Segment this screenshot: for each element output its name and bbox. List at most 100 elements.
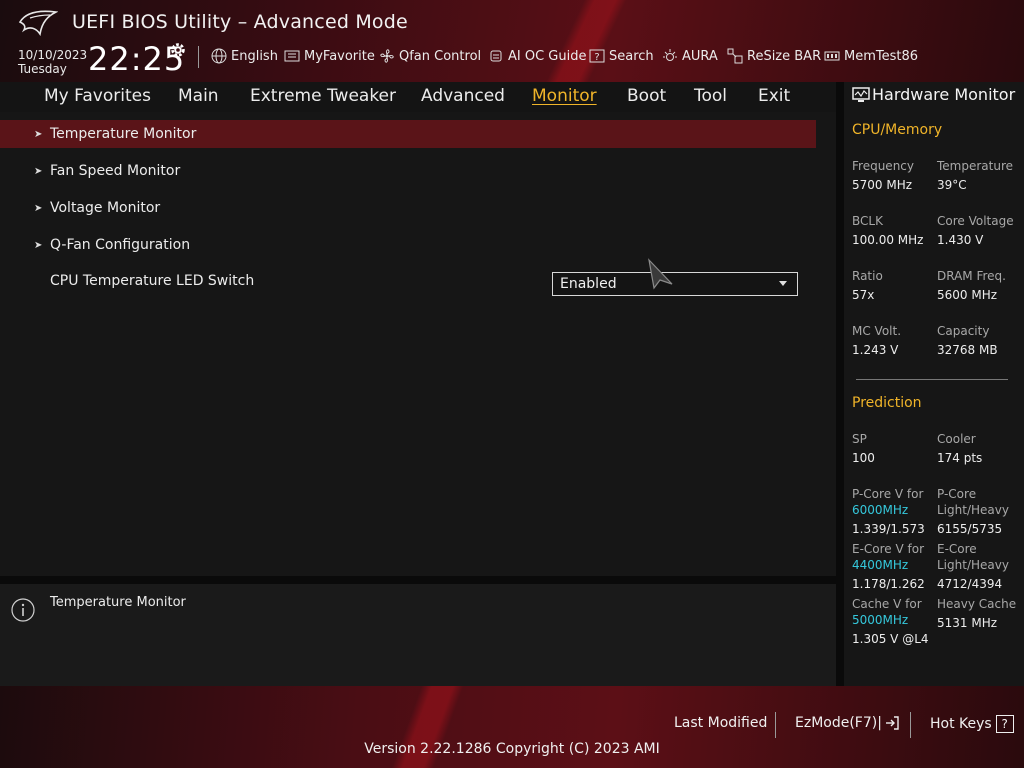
search-help-icon: ? (589, 49, 605, 63)
ratio-label: Ratio (852, 269, 883, 283)
pcore-v-label: P-Core V for (852, 487, 924, 501)
ai-oc-guide-button[interactable]: AI OC Guide (488, 47, 586, 65)
footer-bar: Last Modified EzMode(F7)| Hot Keys ? Ver… (0, 686, 1024, 768)
core-voltage-value: 1.430 V (937, 233, 984, 247)
ecore-v-value: 1.178/1.262 (852, 577, 925, 591)
mc-volt-value: 1.243 V (852, 343, 899, 357)
hot-keys-label: Hot Keys (930, 716, 992, 732)
help-info-panel: Temperature Monitor (0, 584, 836, 686)
ezmode-label: EzMode(F7)| (795, 715, 882, 731)
menu-item-qfan-configuration[interactable]: ➤ Q-Fan Configuration (0, 231, 816, 259)
pcore-v-value: 1.339/1.573 (852, 522, 925, 536)
resize-bar-label: ReSize BAR (747, 48, 822, 64)
tab-exit[interactable]: Exit (758, 86, 790, 106)
bclk-value: 100.00 MHz (852, 233, 924, 247)
heavy-cache-label: Heavy Cache (937, 597, 1017, 611)
tab-tool[interactable]: Tool (694, 86, 727, 106)
main-tab-bar: My Favorites Main Extreme Tweaker Advanc… (0, 82, 836, 113)
select-value: Enabled (560, 276, 617, 292)
bclk-label: BCLK (852, 214, 883, 228)
tab-advanced[interactable]: Advanced (421, 86, 505, 106)
ecore-lh-label: E-Core (937, 542, 977, 556)
ecore-lh-sublabel: Light/Heavy (937, 558, 1009, 572)
cooler-value: 174 pts (937, 451, 983, 465)
capacity-label: Capacity (937, 324, 990, 338)
pcore-lh-sublabel: Light/Heavy (937, 503, 1009, 517)
version-text: Version 2.22.1286 Copyright (C) 2023 AMI (364, 741, 660, 757)
language-label: English (231, 48, 278, 64)
tab-my-favorites[interactable]: My Favorites (44, 86, 151, 106)
search-button[interactable]: ? Search (589, 47, 654, 65)
submenu-arrow-icon: ➤ (34, 202, 43, 214)
cooler-label: Cooler (937, 432, 976, 446)
ai-chip-icon (490, 50, 502, 62)
header-divider (198, 46, 199, 68)
language-button[interactable]: English (211, 47, 278, 65)
ratio-value: 57x (852, 288, 875, 302)
day-text: Tuesday (18, 62, 67, 76)
footer-divider (910, 712, 911, 738)
sp-label: SP (852, 432, 867, 446)
menu-item-temperature-monitor[interactable]: ➤ Temperature Monitor (0, 120, 816, 148)
cache-v-value: 1.305 V @L4 (852, 632, 929, 646)
menu-item-label: Fan Speed Monitor (50, 163, 181, 179)
date-text: 10/10/2023 (18, 48, 88, 62)
hardware-monitor-title: Hardware Monitor (872, 85, 1016, 104)
panel-divider (0, 576, 836, 584)
qfan-label: Qfan Control (399, 48, 482, 64)
heavy-cache-value: 5131 MHz (937, 616, 998, 630)
memory-icon (824, 51, 840, 61)
sp-value: 100 (852, 451, 875, 465)
submenu-arrow-icon: ➤ (34, 128, 43, 140)
cpu-memory-heading: CPU/Memory (852, 122, 943, 138)
rog-logo-icon (18, 10, 58, 37)
tab-main[interactable]: Main (178, 86, 219, 106)
globe-icon (211, 48, 227, 64)
info-icon (11, 598, 35, 622)
dram-freq-label: DRAM Freq. (937, 269, 1006, 283)
hot-keys-button[interactable]: Hot Keys ? (930, 715, 1014, 733)
aura-light-icon (663, 49, 677, 61)
mc-volt-label: MC Volt. (852, 324, 902, 338)
footer-divider (775, 712, 776, 738)
help-key-icon: ? (995, 715, 1014, 733)
resize-bar-icon (727, 48, 743, 64)
main-panel: ➤ Temperature Monitor ➤ Fan Speed Monito… (0, 112, 836, 576)
myfavorite-label: MyFavorite (304, 48, 375, 64)
exit-arrow-icon (885, 716, 899, 730)
mouse-cursor-icon (648, 258, 673, 290)
tab-monitor[interactable]: Monitor (532, 86, 597, 106)
hardware-monitor-panel: Hardware Monitor CPU/Memory Frequency 57… (844, 82, 1024, 686)
ecore-v-label: E-Core V for (852, 542, 925, 556)
capacity-value: 32768 MB (937, 343, 998, 357)
qfan-control-button[interactable]: Qfan Control (379, 47, 481, 65)
pcore-lh-value: 6155/5735 (937, 522, 1003, 536)
submenu-arrow-icon: ➤ (34, 239, 43, 251)
ezmode-button[interactable]: EzMode(F7)| (795, 715, 900, 731)
hardware-monitor-divider (856, 379, 1008, 380)
prediction-heading: Prediction (852, 395, 922, 411)
temperature-value: 39°C (937, 178, 967, 192)
app-title: UEFI BIOS Utility – Advanced Mode (72, 11, 408, 33)
frequency-label: Frequency (852, 159, 914, 173)
frequency-value: 5700 MHz (852, 178, 913, 192)
resize-bar-button[interactable]: ReSize BAR (727, 47, 821, 65)
tab-extreme-tweaker[interactable]: Extreme Tweaker (250, 86, 396, 106)
myfavorite-button[interactable]: MyFavorite (284, 47, 375, 65)
submenu-arrow-icon: ➤ (34, 165, 43, 177)
cache-v-freq: 5000MHz (852, 613, 909, 627)
cpu-temp-led-select[interactable]: Enabled (552, 272, 798, 296)
last-modified-button[interactable]: Last Modified (674, 715, 767, 731)
menu-item-fan-speed-monitor[interactable]: ➤ Fan Speed Monitor (0, 157, 816, 185)
monitor-screen-icon (852, 87, 870, 102)
gear-icon[interactable] (169, 41, 187, 59)
ecore-v-freq: 4400MHz (852, 558, 909, 572)
core-voltage-label: Core Voltage (937, 214, 1014, 228)
pcore-v-freq: 6000MHz (852, 503, 909, 517)
menu-item-voltage-monitor[interactable]: ➤ Voltage Monitor (0, 194, 816, 222)
memtest86-button[interactable]: MemTest86 (824, 47, 918, 65)
tab-boot[interactable]: Boot (627, 86, 666, 106)
help-text: Temperature Monitor (50, 595, 186, 610)
aura-button[interactable]: AURA (662, 47, 718, 65)
fan-icon (380, 49, 394, 63)
